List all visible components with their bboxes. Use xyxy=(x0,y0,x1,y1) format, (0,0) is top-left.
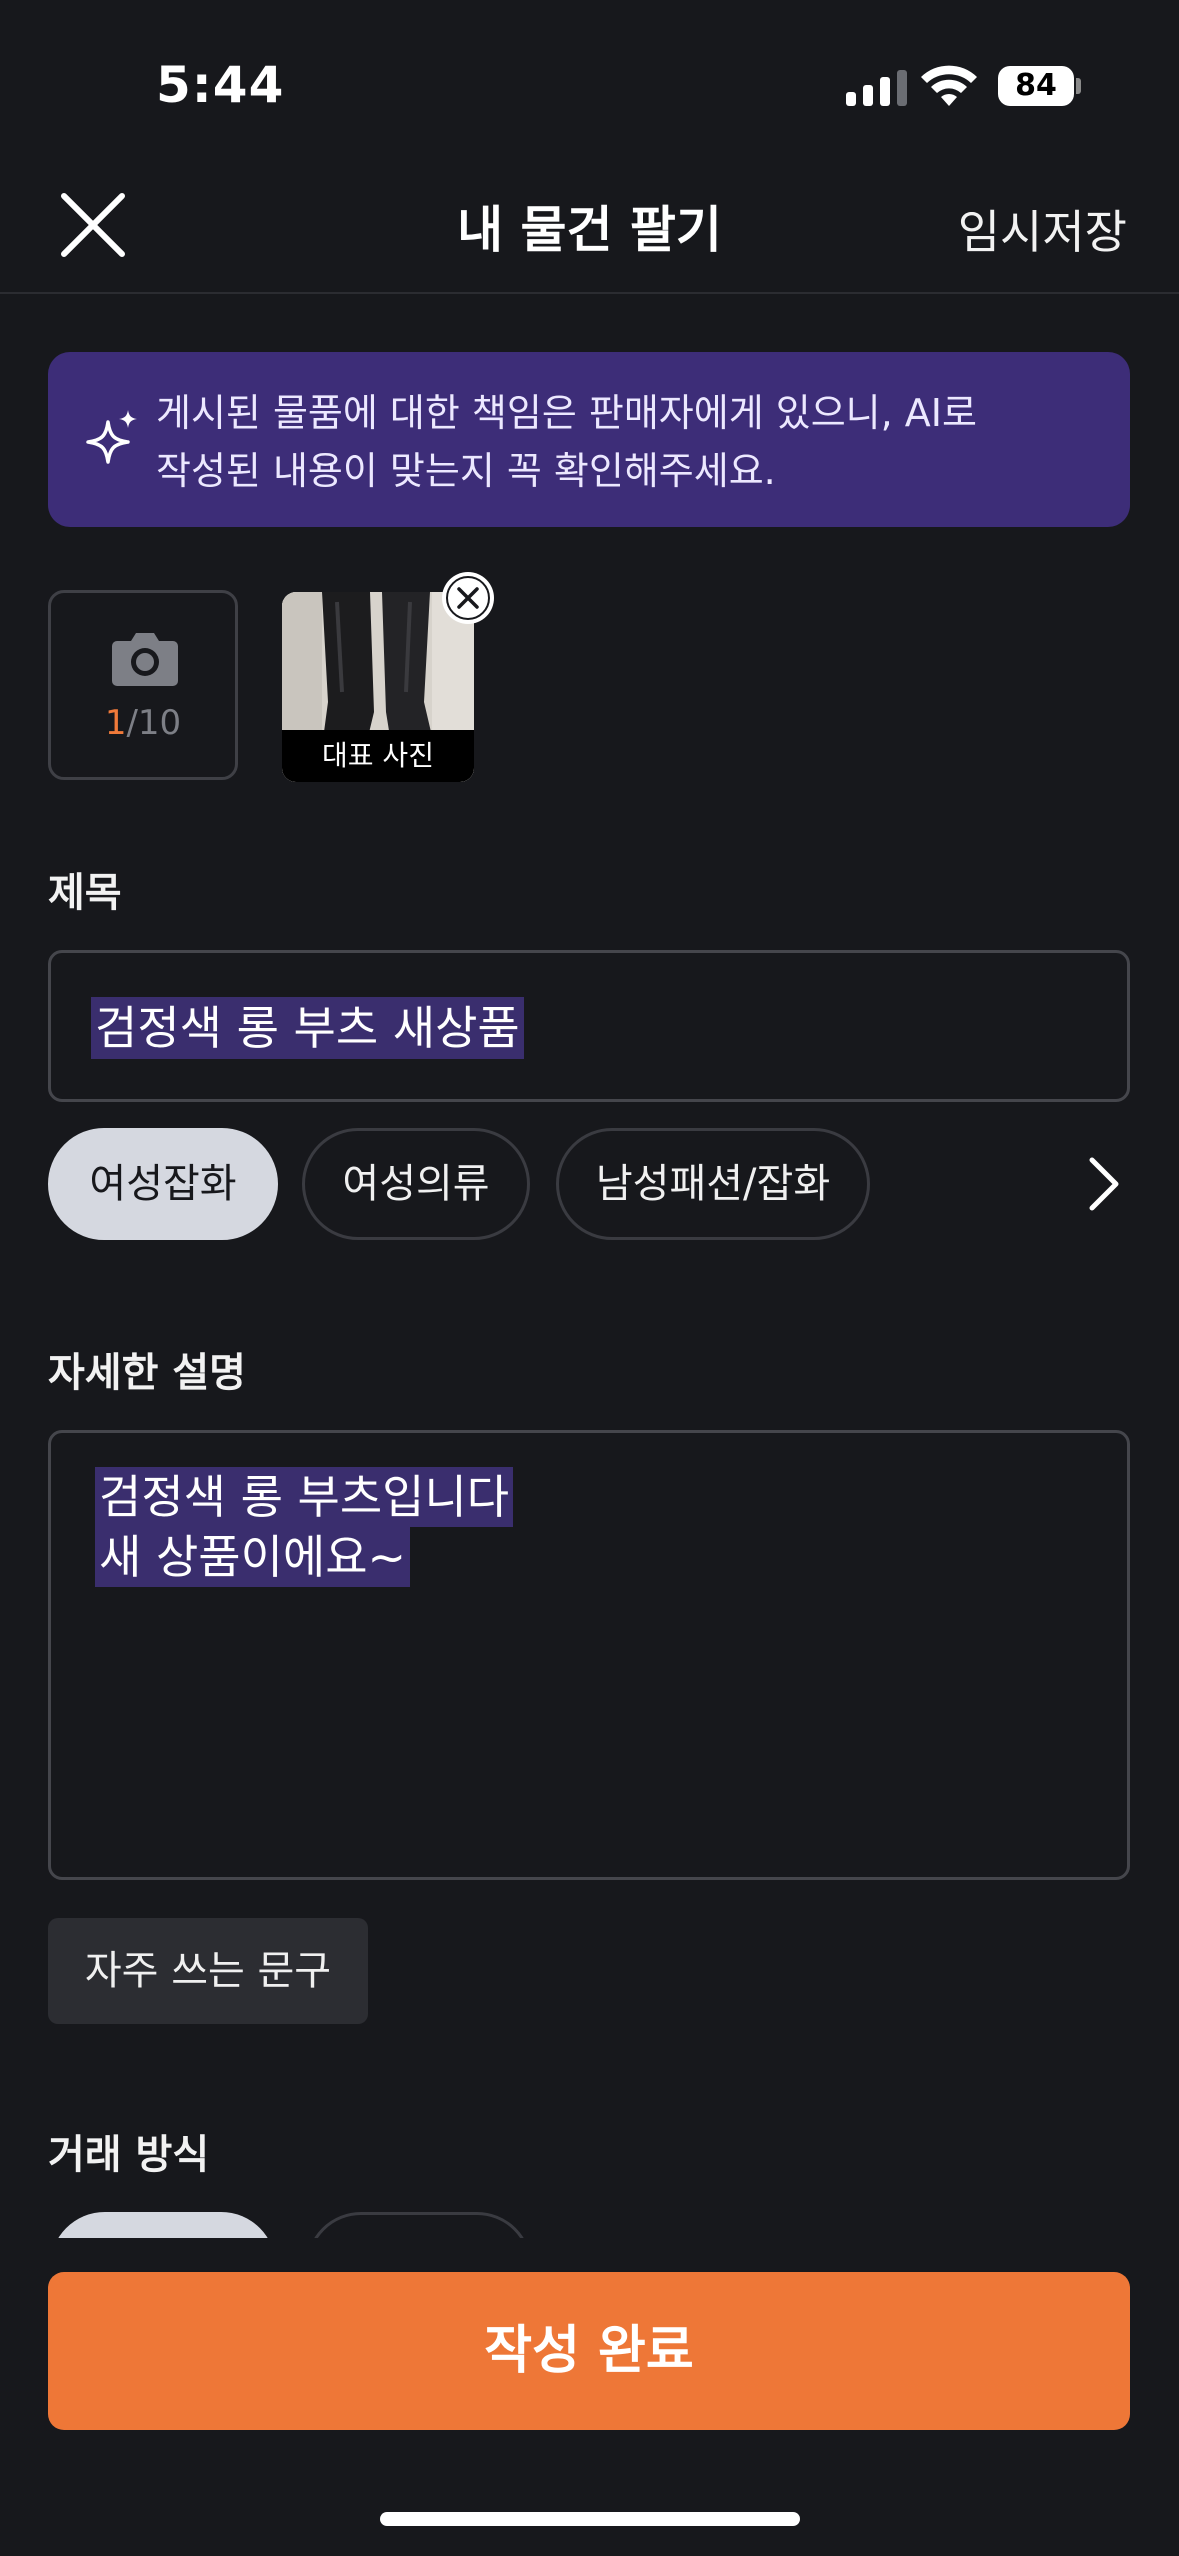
title-value: 검정색 롱 부츠 새상품 xyxy=(91,997,524,1059)
chevron-right-icon[interactable] xyxy=(1082,1156,1126,1212)
submit-button[interactable]: 작성 완료 xyxy=(48,2272,1130,2430)
ai-notice-text: 게시된 물품에 대한 책임은 판매자에게 있으니, AI로 작성된 내용이 맞는… xyxy=(156,384,1106,500)
category-chip-1[interactable]: 여성의류 xyxy=(302,1128,530,1240)
description-line: 검정색 롱 부츠입니다 xyxy=(95,1467,514,1527)
temp-save-button[interactable]: 임시저장 xyxy=(958,196,1127,262)
ai-notice-line1: 게시된 물품에 대한 책임은 판매자에게 있으니, AI로 xyxy=(156,391,977,435)
photo-count-total: /10 xyxy=(126,703,182,743)
sparkle-icon xyxy=(86,410,137,464)
sell-item-screen: 5:44 84 내 물건 팔기 임시저장 게시된 물품에 대한 책임은 판매자에… xyxy=(0,0,1179,2556)
photo-thumbnail[interactable]: 대표 사진 xyxy=(282,592,474,782)
photo-count-current: 1 xyxy=(104,703,127,743)
header-divider xyxy=(0,292,1179,294)
battery-cap xyxy=(1076,78,1081,94)
title-label: 제목 xyxy=(48,870,122,916)
photo-count: 1/10 xyxy=(51,703,235,743)
add-photo-button[interactable]: 1/10 xyxy=(48,590,238,780)
home-indicator xyxy=(380,2512,800,2526)
trade-method-label: 거래 방식 xyxy=(48,2132,210,2178)
category-chip-0[interactable]: 여성잡화 xyxy=(48,1128,278,1240)
wifi-icon xyxy=(921,65,977,106)
main-photo-label: 대표 사진 xyxy=(282,730,474,782)
description-label: 자세한 설명 xyxy=(48,1350,246,1396)
battery-icon: 84 xyxy=(998,66,1074,106)
category-chip-2[interactable]: 남성패션/잡화 xyxy=(556,1128,870,1240)
ai-notice-line2: 작성된 내용이 맞는지 꼭 확인해주세요. xyxy=(156,449,776,493)
signal-icon xyxy=(846,70,907,106)
frequent-phrase-button[interactable]: 자주 쓰는 문구 xyxy=(48,1918,368,2024)
remove-photo-button[interactable] xyxy=(442,572,494,624)
ai-notice-banner: 게시된 물품에 대한 책임은 판매자에게 있으니, AI로 작성된 내용이 맞는… xyxy=(48,352,1130,527)
description-line: 새 상품이에요~ xyxy=(95,1527,411,1587)
title-input[interactable]: 검정색 롱 부츠 새상품 xyxy=(48,950,1130,1102)
description-textarea[interactable]: 검정색 롱 부츠입니다 새 상품이에요~ xyxy=(48,1430,1130,1880)
camera-icon xyxy=(112,633,178,686)
status-time: 5:44 xyxy=(156,56,285,114)
